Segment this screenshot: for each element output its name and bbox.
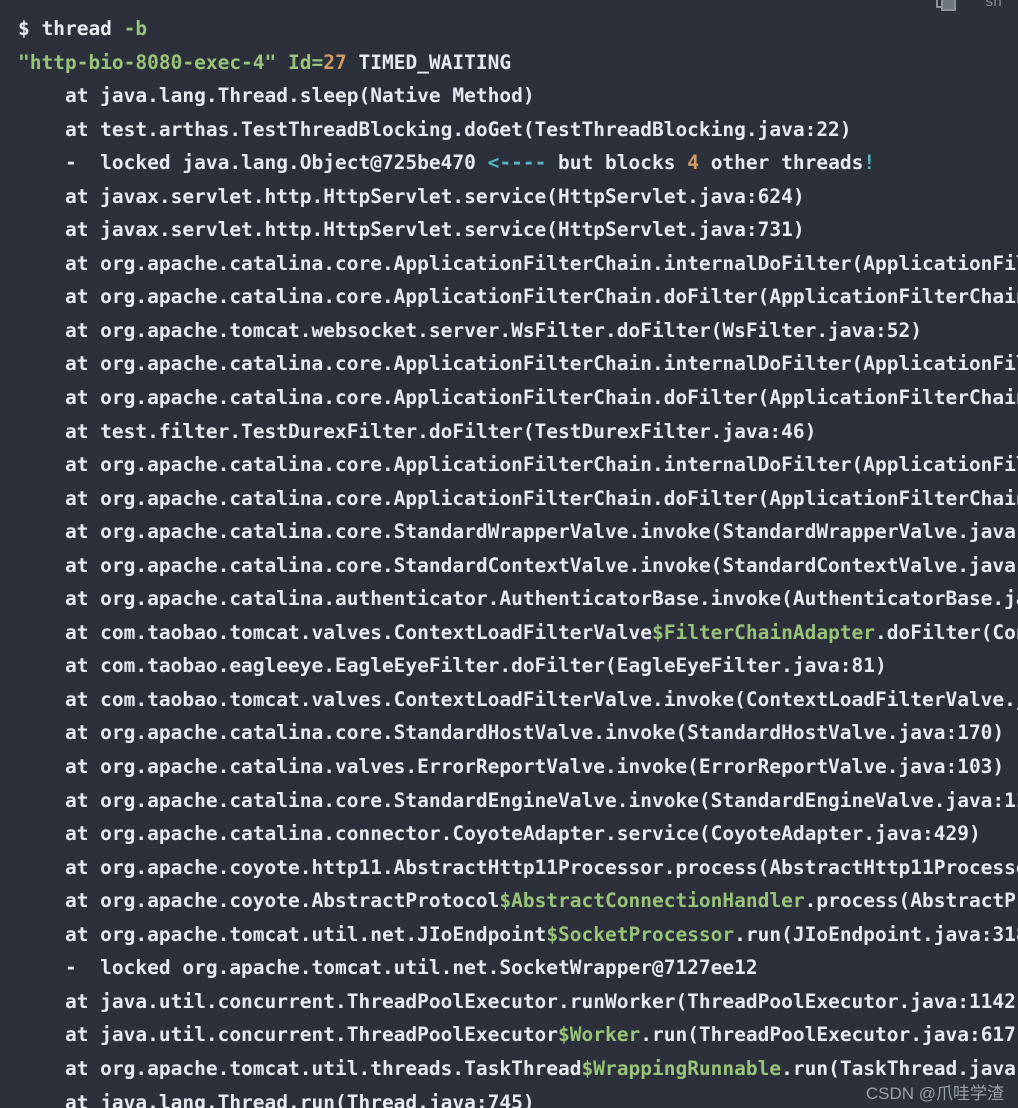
line-frame-3: at javax.servlet.http.HttpServlet.servic… (0, 180, 1018, 214)
line-frame-14: at org.apache.catalina.core.StandardCont… (0, 549, 1018, 583)
line-frame-23: at org.apache.coyote.http11.AbstractHttp… (0, 851, 1018, 885)
line-locked-socket: - locked org.apache.tomcat.util.net.Sock… (0, 951, 1018, 985)
line-frame-26: at java.util.concurrent.ThreadPoolExecut… (0, 985, 1018, 1019)
line-locked-blocks: - locked java.lang.Object@725be470 <----… (0, 146, 1018, 180)
token: at java.lang.Thread.run(Thread.java:745) (18, 1090, 535, 1108)
token: at org.apache.catalina.valves.ErrorRepor… (18, 755, 1005, 779)
token: at test.arthas.TestThreadBlocking.doGet(… (18, 117, 852, 141)
line-frame-22: at org.apache.catalina.connector.CoyoteA… (0, 817, 1018, 851)
line-frame-2: at test.arthas.TestThreadBlocking.doGet(… (0, 113, 1018, 147)
code-block-header: sh (0, 0, 1018, 16)
token: at org.apache.catalina.core.ApplicationF… (64, 285, 1018, 309)
token: at org.apache.catalina.core.ApplicationF… (64, 352, 1018, 376)
token: but blocks (546, 151, 688, 175)
token: at java.lang.Thread.sleep(Native Method) (18, 84, 535, 108)
token: at test.filter.TestDurexFilter.doFilter(… (18, 419, 817, 443)
line-frame-25: at org.apache.tomcat.util.net.JIoEndpoin… (0, 918, 1018, 952)
token: at com.taobao.eagleeye.EagleEyeFilter.do… (18, 654, 887, 678)
line-frame-5: at org.apache.catalina.core.ApplicationF… (0, 247, 1018, 281)
token: at java.util.concurrent.ThreadPoolExecut… (18, 989, 1018, 1013)
token: ! (863, 151, 876, 175)
line-frame-17: at com.taobao.eagleeye.EagleEyeFilter.do… (0, 649, 1018, 683)
line-frame-1: at java.lang.Thread.sleep(Native Method) (0, 79, 1018, 113)
copy-icon[interactable] (935, 0, 956, 11)
line-frame-19: at org.apache.catalina.core.StandardHost… (0, 716, 1018, 750)
token: $AbstractConnectionHandler (499, 889, 805, 913)
token: .run(TaskThread.java:61) (781, 1056, 1018, 1080)
token: at javax.servlet.http.HttpServlet.servic… (18, 218, 805, 242)
line-frame-9: at org.apache.catalina.core.ApplicationF… (0, 381, 1018, 415)
line-frame-11: at org.apache.catalina.core.ApplicationF… (0, 448, 1018, 482)
token: at java.util.concurrent.ThreadPoolExecut… (18, 1023, 559, 1047)
line-command: $ thread -b (0, 12, 1018, 46)
token: at org.apache.catalina.core.StandardWrap… (18, 520, 1018, 544)
code-block: sh $ thread -b "http-bio-8080-exec-4" Id=… (0, 0, 1018, 1108)
token: "http-bio-8080-exec-4" (18, 50, 289, 74)
token: 27 (323, 50, 347, 74)
token: at org.apache.coyote.http11.AbstractHttp… (64, 855, 1018, 879)
line-frame-7: at org.apache.tomcat.websocket.server.Ws… (0, 314, 1018, 348)
line-frame-13: at org.apache.catalina.core.StandardWrap… (0, 515, 1018, 549)
line-frame-8: at org.apache.catalina.core.ApplicationF… (0, 347, 1018, 381)
token: $FilterChainAdapter (651, 620, 876, 644)
token: at org.apache.tomcat.util.threads.TaskTh… (18, 1056, 582, 1080)
token: at org.apache.catalina.connector.CoyoteA… (18, 822, 981, 846)
token: $ thread (18, 17, 124, 40)
token: $WrappingRunnable (581, 1056, 782, 1080)
token: $Worker (558, 1023, 641, 1047)
token: at com.taobao.tomcat.valves.ContextLoadF… (18, 620, 652, 644)
token: 4 (687, 151, 699, 175)
token: at org.apache.catalina.core.ApplicationF… (64, 486, 1018, 510)
line-frame-4: at javax.servlet.http.HttpServlet.servic… (0, 213, 1018, 247)
token: at com.taobao.tomcat.valves.ContextLoadF… (18, 687, 1018, 711)
token: at org.apache.catalina.core.StandardHost… (18, 721, 1005, 745)
token: at org.apache.tomcat.util.net.JIoEndpoin… (18, 922, 547, 946)
token: - locked org.apache.tomcat.util.net.Sock… (18, 956, 758, 980)
line-thread-header: "http-bio-8080-exec-4" Id=27 TIMED_WAITI… (0, 46, 1018, 80)
terminal-output: $ thread -b "http-bio-8080-exec-4" Id=27 … (0, 0, 1018, 1108)
token: .run(JIoEndpoint.java:318) (734, 922, 1018, 946)
token: -b (123, 17, 148, 40)
token: $SocketProcessor (546, 922, 735, 946)
line-frame-6: at org.apache.catalina.core.ApplicationF… (0, 280, 1018, 314)
token: Id= (288, 50, 324, 74)
line-frame-10: at test.filter.TestDurexFilter.doFilter(… (0, 415, 1018, 449)
watermark: CSDN @爪哇学渣 (865, 1084, 1004, 1103)
line-frame-18: at com.taobao.tomcat.valves.ContextLoadF… (0, 683, 1018, 717)
code-language-label: sh (985, 0, 1002, 10)
line-frame-15: at org.apache.catalina.authenticator.Aut… (0, 582, 1018, 616)
token: at org.apache.catalina.core.ApplicationF… (64, 453, 1018, 477)
token: - locked java.lang.Object@725be470 (18, 151, 488, 175)
token: at org.apache.coyote.AbstractProtocol (18, 889, 500, 913)
line-frame-20: at org.apache.catalina.valves.ErrorRepor… (0, 750, 1018, 784)
token: TIMED_WAITING (346, 50, 512, 74)
token: at javax.servlet.http.HttpServlet.servic… (18, 184, 805, 208)
token: .process(AbstractProtocol.java:620) (804, 889, 1018, 913)
token: at org.apache.catalina.core.StandardCont… (18, 553, 1018, 577)
token: other threads (698, 151, 864, 175)
token: at org.apache.tomcat.websocket.server.Ws… (18, 318, 922, 342)
line-frame-12: at org.apache.catalina.core.ApplicationF… (0, 482, 1018, 516)
token: <---- (487, 151, 547, 175)
token: at org.apache.catalina.authenticator.Aut… (18, 587, 1018, 611)
token: at org.apache.catalina.core.ApplicationF… (64, 386, 1018, 410)
token: .doFilter(ContextLoadFilterValve.java:78… (875, 620, 1018, 644)
token: at org.apache.catalina.core.StandardEngi… (18, 788, 1018, 812)
token: at org.apache.catalina.core.ApplicationF… (64, 251, 1018, 275)
token: .run(ThreadPoolExecutor.java:617) (640, 1023, 1018, 1047)
line-frame-21: at org.apache.catalina.core.StandardEngi… (0, 784, 1018, 818)
line-frame-24: at org.apache.coyote.AbstractProtocol$Ab… (0, 884, 1018, 918)
line-frame-16: at com.taobao.tomcat.valves.ContextLoadF… (0, 616, 1018, 650)
line-frame-27: at java.util.concurrent.ThreadPoolExecut… (0, 1018, 1018, 1052)
